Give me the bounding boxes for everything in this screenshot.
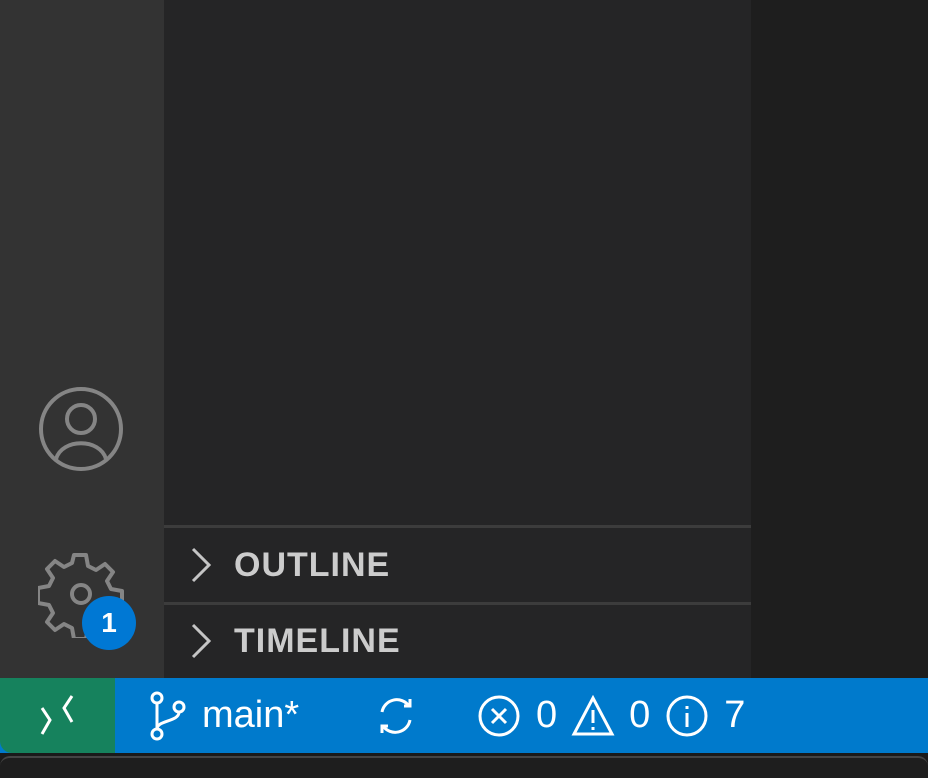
remote-button[interactable] [0,678,115,753]
warning-count: 0 [629,694,651,736]
section-outline[interactable]: OUTLINE [164,530,751,600]
status-bar: main* 0 0 7 [0,678,928,753]
section-label: OUTLINE [234,545,391,584]
sync-icon [380,697,412,734]
divider [164,525,751,528]
section-label: TIMELINE [234,621,401,660]
remote-icon [40,694,73,735]
error-count: 0 [536,694,558,736]
warning-icon [571,694,615,735]
activity-bar: 1 [0,0,164,678]
section-timeline[interactable]: TIMELINE [164,606,751,676]
problems-button[interactable]: 0 0 7 [478,678,745,753]
sync-button[interactable] [372,678,420,753]
notification-badge: 1 [82,596,136,650]
branch-button[interactable]: main* [148,678,299,753]
divider [164,602,751,605]
branch-name: main* [202,694,300,736]
chevron-right-icon [191,547,212,583]
chevron-right-icon [191,623,212,659]
info-icon [666,695,708,736]
account-icon [39,387,123,471]
window-bottom-edge [0,756,928,778]
info-count: 7 [724,694,746,736]
git-branch-icon [150,691,186,740]
error-icon [478,695,520,736]
editor-area [751,0,928,678]
accounts-button[interactable] [38,386,124,472]
